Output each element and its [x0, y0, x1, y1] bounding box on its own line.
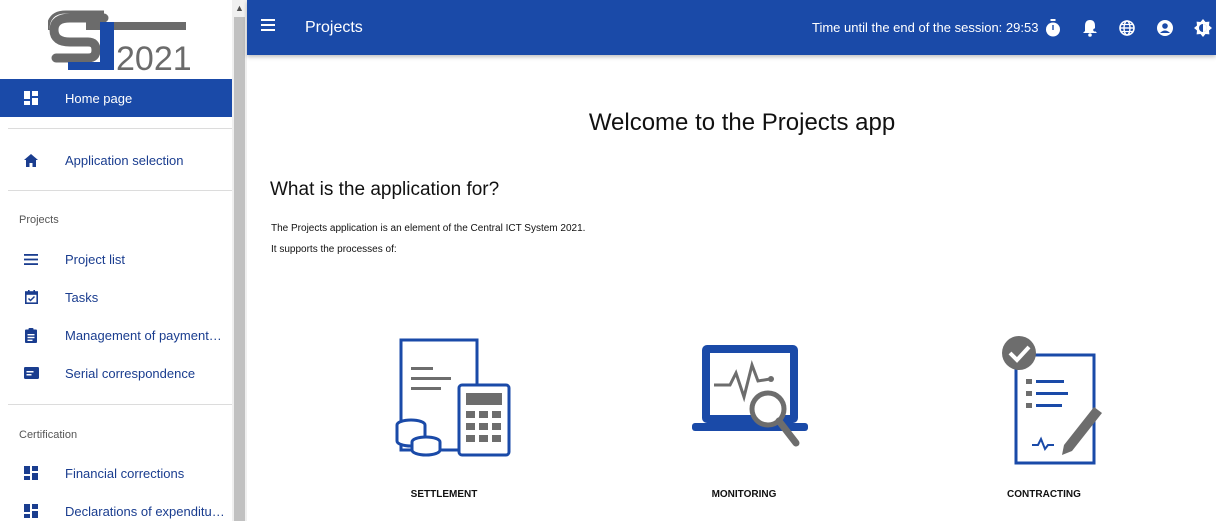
sidebar-item-label: Management of payment… [65, 327, 222, 343]
divider [8, 190, 232, 191]
feature-label: MONITORING [711, 489, 777, 500]
stopwatch-icon[interactable] [1044, 19, 1062, 37]
sidebar-item-declarations-of-expenditure[interactable]: Declarations of expenditu… [0, 492, 232, 521]
sidebar-item-home[interactable]: Home page [0, 79, 232, 117]
divider [8, 128, 232, 129]
welcome-heading: Welcome to the Projects app [588, 109, 896, 136]
sidebar-item-label: Tasks [65, 289, 99, 305]
sidebar-item-tasks[interactable]: Tasks [0, 278, 232, 316]
contrast-settings-icon[interactable] [1194, 19, 1212, 37]
language-globe-icon[interactable] [1118, 19, 1136, 37]
sidebar-item-label: Application selection [65, 152, 184, 168]
st2021-logo-icon: 2021 [48, 10, 192, 76]
notification-bell-icon[interactable] [1081, 19, 1099, 37]
contract-sign-icon [1002, 336, 1102, 465]
sidebar-item-label: Project list [65, 251, 125, 267]
section-title-certification: Certification [19, 429, 78, 441]
sidebar-item-financial-corrections[interactable]: Financial corrections [0, 454, 232, 492]
dashboard-icon [23, 503, 39, 519]
feature-label: CONTRACTING [1007, 489, 1081, 500]
feature-monitoring: MONITORING [644, 335, 844, 510]
user-account-icon[interactable] [1156, 19, 1174, 37]
clipboard-icon [23, 327, 39, 343]
description-paragraph: The Projects application is an element o… [271, 223, 586, 234]
laptop-monitoring-icon [692, 345, 808, 447]
feature-settlement: SETTLEMENT [344, 335, 544, 510]
sidebar-item-serial-correspondence[interactable]: Serial correspondence [0, 354, 232, 392]
feature-label: SETTLEMENT [410, 489, 478, 500]
sidebar: 2021 Home page Application selection Pro… [0, 0, 232, 521]
calculator-documents-icon [395, 338, 511, 457]
sidebar-item-application-selection[interactable]: Application selection [0, 141, 232, 179]
home-icon [23, 152, 39, 168]
sidebar-scrollbar[interactable]: ▲ [232, 0, 247, 521]
page-title: Projects [305, 19, 363, 36]
mail-card-icon [23, 365, 39, 381]
session-timer-text: Time until the end of the session: 29:53 [812, 20, 1039, 35]
scroll-up-arrow-icon[interactable]: ▲ [235, 3, 244, 13]
list-icon [23, 251, 39, 267]
sidebar-item-label: Declarations of expenditu… [65, 503, 225, 519]
sidebar-item-label: Serial correspondence [65, 365, 196, 381]
section-heading: What is the application for? [270, 179, 500, 200]
dashboard-icon [23, 465, 39, 481]
svg-text:2021: 2021 [116, 40, 192, 76]
calendar-check-icon [23, 289, 39, 305]
sidebar-item-label: Financial corrections [65, 465, 185, 481]
feature-contracting: CONTRACTING [944, 335, 1144, 510]
scrollbar-thumb[interactable] [234, 17, 245, 521]
menu-icon[interactable] [261, 19, 277, 35]
dashboard-icon [23, 90, 39, 106]
logo[interactable]: 2021 [0, 0, 232, 79]
section-title-projects: Projects [19, 214, 59, 226]
divider [8, 404, 232, 405]
sidebar-item-project-list[interactable]: Project list [0, 240, 232, 278]
description-paragraph: It supports the processes of: [271, 244, 397, 255]
sidebar-item-management-of-payment[interactable]: Management of payment… [0, 316, 232, 354]
top-app-bar: Projects Time until the end of the sessi… [247, 0, 1216, 55]
sidebar-item-label: Home page [65, 90, 133, 106]
main-content: Welcome to the Projects app What is the … [247, 55, 1216, 521]
